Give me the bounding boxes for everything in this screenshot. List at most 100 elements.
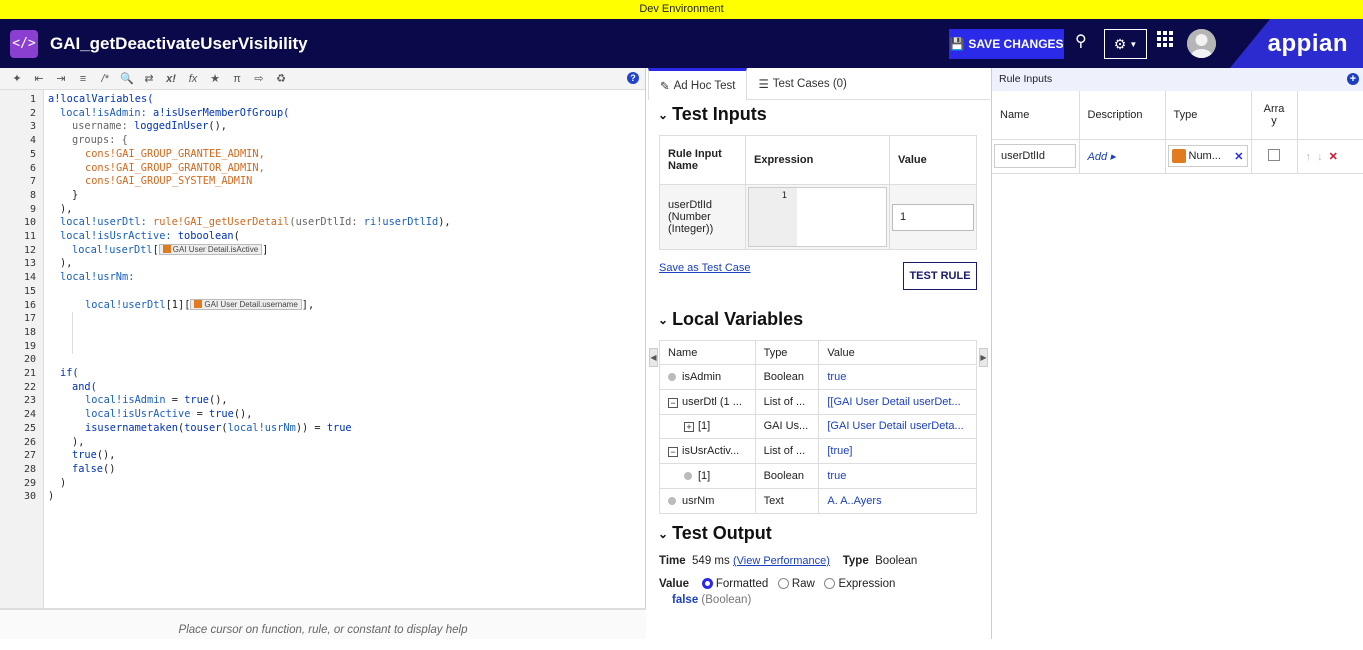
line-number: 25 [23,422,36,434]
code-line: true(), [72,449,116,462]
column-header: Expression [745,135,890,185]
radio-raw[interactable]: Raw [777,578,815,590]
app-header: </> GAI_getDeactivateUserVisibility 💾 SA… [0,19,1363,68]
type-icon [1171,149,1186,163]
list-icon: ☰ [758,79,769,91]
array-checkbox[interactable] [1268,148,1280,161]
expression-rule-icon: </> [10,29,38,58]
user-avatar[interactable] [1187,29,1216,58]
save-changes-button[interactable]: 💾 SAVE CHANGES [949,29,1064,59]
help-icon[interactable]: ? [627,72,639,84]
table-row: + [1] GAI Us... [GAI User Detail userDeta… [659,414,977,440]
type-selector[interactable]: Num... ✕ [1167,145,1248,167]
column-header: Rule Input Name [659,135,746,185]
code-line: if( [60,367,79,379]
line-number: 18 [23,326,36,338]
table-row: userDtlId Add ▸ Num... ✕ ↑ ↓ ✕ [992,139,1363,174]
line-number: 26 [23,436,36,448]
code-area[interactable]: 1 2 3 4 5 6 7 8 9 10 11 12 13 14 15 16 1… [0,90,646,608]
expression-editor: ✦ ⇤ ⇥ ≡ /* 🔍 ⇄ x! fx ★ π ⇨ ♻ ? 1 2 3 4 5… [0,68,646,639]
expand-icon[interactable]: + [684,422,694,433]
apps-grid-icon[interactable] [1157,31,1173,47]
pi-icon[interactable]: π [228,70,246,88]
indent-icon[interactable]: ⇥ [52,70,70,88]
record-type-icon [194,300,203,308]
comment-icon[interactable]: /* [96,70,114,88]
move-up-icon[interactable]: ↑ [1306,151,1312,163]
record-field-chip: GAI User Detail.username [190,299,302,310]
indent-guide [72,312,73,354]
line-number: 12 [23,244,36,256]
delete-icon[interactable]: ✕ [1329,151,1338,163]
line-number: 3 [29,121,36,133]
star-icon[interactable]: ★ [206,70,224,88]
move-down-icon[interactable]: ↓ [1317,151,1323,163]
code-line: local!userDtl[GAI User Detail.isActive] [72,243,269,256]
appian-logo: appian [1267,29,1348,57]
dependents-search-icon[interactable]: ⚲ [1075,31,1087,51]
history-icon[interactable]: ♻ [272,70,290,88]
export-icon[interactable]: ⇨ [250,70,268,88]
value-input[interactable]: 1 [892,203,974,231]
format-lines-icon[interactable]: ≡ [74,70,92,88]
line-number: 5 [29,148,36,160]
line-number: 15 [23,285,36,297]
edit-icon: ✎ [660,80,670,93]
view-performance-link[interactable]: (View Performance) [733,555,830,567]
save-as-test-case-link[interactable]: Save as Test Case [659,262,751,274]
chevron-down-icon: ⌄ [658,107,669,122]
local-variable-icon[interactable]: x! [162,70,180,88]
test-inputs-header[interactable]: ⌄ Test Inputs [658,104,767,125]
code-line: cons!GAI_GROUP_SYSTEM_ADMIN [85,175,253,188]
line-number: 1 [29,94,36,105]
radio-expression[interactable]: Expression [824,578,895,590]
code-line: local!userDtl: rule!GAI_getUserDetail(us… [60,216,451,229]
chevron-down-icon: ⌄ [658,526,669,541]
bullet-icon [668,372,676,381]
magic-wand-icon[interactable]: ✦ [8,70,26,88]
column-header: Value [818,340,977,365]
code-line: isusernametaken(touser(local!usrNm)) = t… [85,421,352,434]
code-line: false() [72,462,116,475]
add-rule-input-icon[interactable]: + [1347,73,1359,85]
function-icon[interactable]: fx [184,70,202,88]
code-line: cons!GAI_GROUP_GRANTEE_ADMIN, [85,147,265,160]
collapse-icon[interactable]: − [668,397,678,408]
caret-down-icon: ▼ [1129,39,1138,49]
outdent-icon[interactable]: ⇤ [30,70,48,88]
local-variables-header[interactable]: ⌄ Local Variables [658,309,803,330]
tab-ad-hoc-test[interactable]: ✎ Ad Hoc Test [648,68,748,100]
search-icon[interactable]: 🔍 [118,70,136,88]
code-line: local!isAdmin: a!isUserMemberOfGroup( [60,106,290,119]
line-number: 11 [23,231,36,242]
line-number: 28 [23,463,36,475]
rule-inputs-table: Name Description Type Arra y userDtlId A… [992,91,1363,174]
shuffle-icon[interactable]: ⇄ [140,70,158,88]
code-line: ) [60,476,67,489]
column-header: Description [1079,91,1166,140]
column-header: Value [889,135,977,185]
page-title: GAI_getDeactivateUserVisibility [50,33,308,53]
code-line: ), [60,202,73,215]
add-description-link[interactable]: Add ▸ [1088,151,1116,163]
test-rule-button[interactable]: TEST RULE [903,262,977,290]
code-line: groups: { [72,134,128,147]
code-line: local!userDtl[1][GAI User Detail.usernam… [85,298,315,311]
code-line: and( [72,380,97,393]
settings-menu-button[interactable]: ⚙ ▼ [1104,29,1147,59]
table-row: − userDtl (1 ... List of ... [[GAI User D… [659,389,977,415]
rule-input-name-field[interactable]: userDtlId [994,144,1076,168]
column-header: Type [755,340,820,365]
line-number: 2 [29,107,36,119]
column-header: Name [992,91,1080,140]
tab-test-cases[interactable]: ☰ Test Cases (0) [747,68,857,100]
test-output-header[interactable]: ⌄ Test Output [658,523,772,544]
radio-formatted[interactable]: Formatted [701,578,768,590]
code-line: ), [72,435,85,448]
collapse-icon[interactable]: − [668,447,678,458]
local-variables-table: Name Type Value isAdmin Boolean true − us… [659,340,977,514]
line-number: 30 [23,491,36,503]
expression-editor-input[interactable]: 1 [748,187,887,247]
gear-icon: ⚙ [1113,35,1127,52]
clear-type-icon[interactable]: ✕ [1234,150,1243,163]
